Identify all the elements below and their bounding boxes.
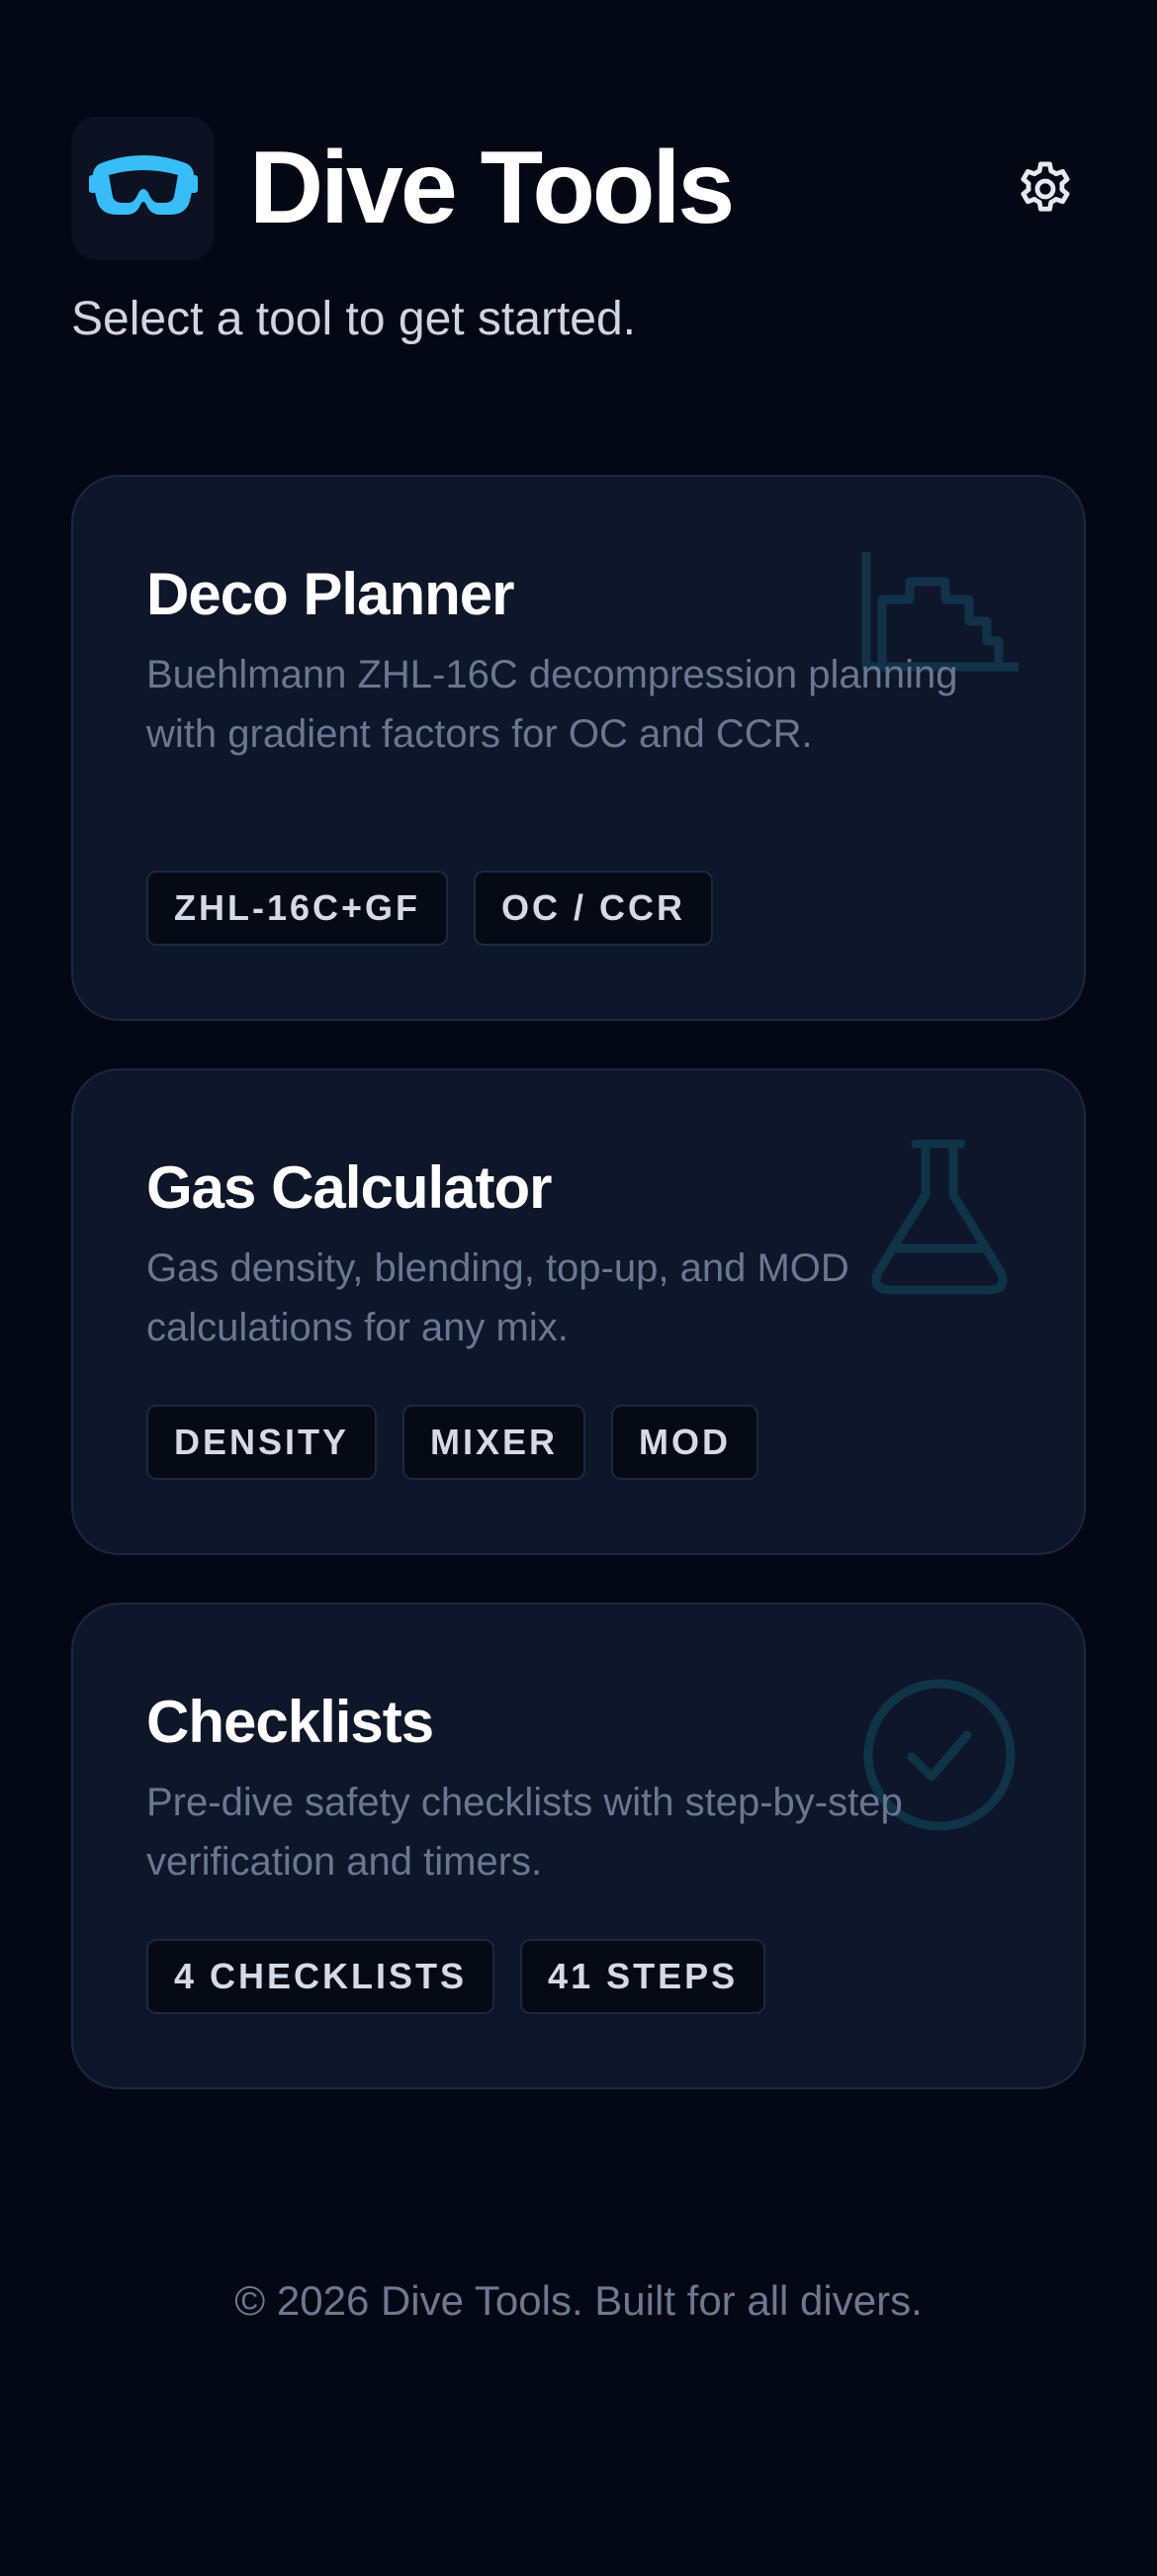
tag-badge: DENSITY (146, 1405, 378, 1480)
tool-card-deco-planner[interactable]: Deco Planner Buehlmann ZHL-16C decompres… (71, 475, 1086, 1021)
tool-card-title: Deco Planner (146, 561, 514, 627)
gear-icon (1021, 161, 1070, 212)
settings-button[interactable] (1005, 148, 1086, 230)
tool-card-description: Buehlmann ZHL-16C decompression planning… (146, 653, 958, 756)
app-logo (71, 117, 215, 260)
tag-list: 4 CHECKLISTS 41 STEPS (146, 1939, 766, 2014)
tag-badge: MIXER (402, 1405, 586, 1480)
tool-card-description: Gas density, blending, top-up, and MOD c… (146, 1246, 849, 1349)
tag-list: DENSITY MIXER MOD (146, 1405, 759, 1480)
app-header: Dive Tools (71, 117, 1086, 267)
tag-badge: OC / CCR (474, 871, 714, 946)
tag-badge: 4 CHECKLISTS (146, 1939, 495, 2014)
tag-badge: MOD (611, 1405, 759, 1480)
app-title: Dive Tools (249, 131, 735, 245)
footer-copyright: © 2026 Dive Tools. Built for all divers. (234, 2277, 923, 2324)
tag-list: ZHL-16C+GF OC / CCR (146, 871, 714, 946)
tag-badge: ZHL-16C+GF (146, 871, 449, 946)
page-subtitle: Select a tool to get started. (71, 293, 637, 345)
dive-mask-icon (88, 154, 198, 215)
tool-card-gas-calculator[interactable]: Gas Calculator Gas density, blending, to… (71, 1068, 1086, 1555)
tool-card-title: Checklists (146, 1689, 434, 1755)
tool-card-title: Gas Calculator (146, 1154, 552, 1221)
tag-badge: 41 STEPS (520, 1939, 766, 2014)
tool-card-description: Pre-dive safety checklists with step-by-… (146, 1781, 903, 1884)
tool-card-checklists[interactable]: Checklists Pre-dive safety checklists wi… (71, 1603, 1086, 2089)
